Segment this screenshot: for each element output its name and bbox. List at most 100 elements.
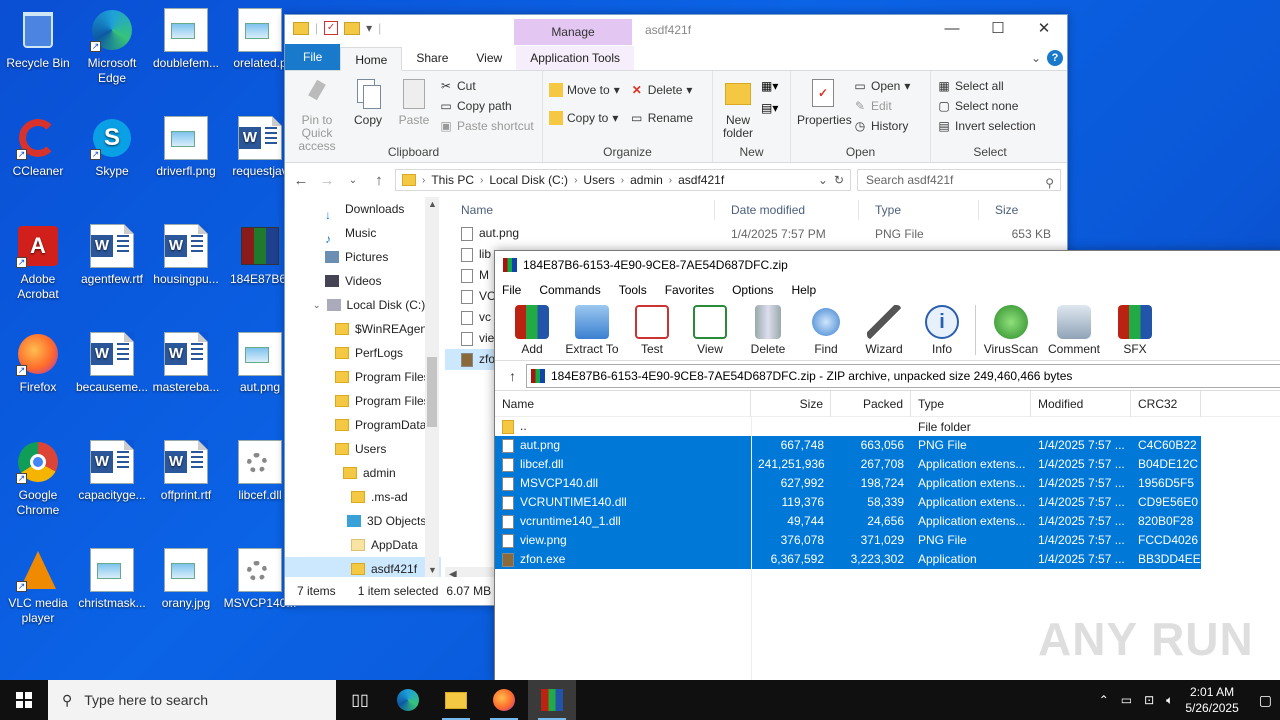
wizard-button[interactable]: Wizard	[855, 301, 913, 356]
nav-item-local-disk[interactable]: ⌄ Local Disk (C:)	[285, 293, 441, 317]
info-button[interactable]: i Info	[913, 301, 971, 356]
archive-row[interactable]: aut.png 667,748 663,056 PNG File 1/4/202…	[495, 436, 1280, 455]
scroll-down-icon[interactable]: ▼	[428, 565, 437, 575]
find-button[interactable]: Find	[797, 301, 855, 356]
minimize-button[interactable]: —	[929, 15, 975, 45]
desktop-icon-capacityge[interactable]: W capacityge...	[74, 440, 150, 503]
desktop-icon-becauseme[interactable]: W becauseme...	[74, 332, 150, 395]
col-size[interactable]: Size	[751, 390, 831, 417]
address-bar[interactable]: › This PC › Local Disk (C:) › Users › ad…	[395, 169, 851, 191]
nav-item-appdata[interactable]: AppData	[285, 533, 441, 557]
forward-arrow-icon[interactable]: →	[317, 172, 337, 189]
tab-home[interactable]: Home	[340, 47, 403, 71]
task-view-button[interactable]: ▯▯	[336, 680, 384, 720]
menu-commands[interactable]: Commands	[539, 283, 600, 297]
archive-row[interactable]: libcef.dll 241,251,936 267,708 Applicati…	[495, 455, 1280, 474]
paste-shortcut-button[interactable]: ▣ Paste shortcut	[439, 119, 533, 133]
breadcrumb-local-disk[interactable]: Local Disk (C:)	[489, 173, 568, 187]
history-button[interactable]: ◷ History	[853, 119, 910, 133]
close-button[interactable]: ✕	[1021, 15, 1067, 45]
col-size[interactable]: Size	[979, 200, 1059, 220]
properties-icon[interactable]: ✓	[324, 21, 339, 35]
copy-to-button[interactable]: Copy to ▾	[549, 111, 620, 125]
menu-favorites[interactable]: Favorites	[665, 283, 714, 297]
nav-scroll-thumb[interactable]	[427, 357, 437, 427]
maximize-button[interactable]: ☐	[975, 15, 1021, 45]
desktop-icon-doublefem[interactable]: doublefem...	[148, 8, 224, 71]
desktop-icon-vlc[interactable]: ↗ VLC media player	[0, 548, 76, 626]
breadcrumb-admin[interactable]: admin	[630, 173, 663, 187]
cut-button[interactable]: ✂ Cut	[439, 79, 534, 93]
edit-button[interactable]: ✎ Edit	[853, 99, 910, 113]
col-type[interactable]: Type	[911, 390, 1031, 417]
nav-item-programdata[interactable]: ProgramData	[285, 413, 441, 437]
nav-item-winreagent[interactable]: $WinREAgent	[285, 317, 441, 341]
archive-row[interactable]: vcruntime140_1.dll 49,744 24,656 Applica…	[495, 512, 1280, 531]
col-name[interactable]: Name	[445, 199, 715, 220]
test-button[interactable]: Test	[623, 301, 681, 356]
breadcrumb-users[interactable]: Users	[583, 173, 614, 187]
view-button[interactable]: View	[681, 301, 739, 356]
desktop-icon-orany[interactable]: orany.jpg	[148, 548, 224, 611]
add-button[interactable]: Add	[503, 301, 561, 356]
new-item-icon[interactable]: ▦▾	[761, 79, 778, 93]
nav-item-videos[interactable]: Videos	[285, 269, 441, 293]
search-box[interactable]: Search asdf421f ⚲	[857, 169, 1061, 191]
archive-row[interactable]: MSVCP140.dll 627,992 198,724 Application…	[495, 474, 1280, 493]
col-modified[interactable]: Modified	[1031, 390, 1131, 417]
col-crc32[interactable]: CRC32	[1131, 390, 1201, 417]
nav-item-downloads[interactable]: ↓ Downloads	[285, 197, 441, 222]
rename-button[interactable]: ▭ Rename	[630, 111, 693, 125]
select-none-button[interactable]: ▢ Select none	[937, 99, 1036, 113]
collapse-chevron-icon[interactable]: ⌄	[313, 293, 321, 317]
archive-row[interactable]: zfon.exe 6,367,592 3,223,302 Application…	[495, 550, 1280, 569]
show-hidden-icons-icon[interactable]: ⌃	[1099, 693, 1109, 707]
up-arrow-icon[interactable]: ↑	[369, 172, 389, 189]
menu-tools[interactable]: Tools	[619, 283, 647, 297]
notifications-icon[interactable]: ▢	[1259, 692, 1272, 709]
refresh-icon[interactable]: ↻	[834, 173, 844, 187]
archive-row[interactable]: view.png 376,078 371,029 PNG File 1/4/20…	[495, 531, 1280, 550]
desktop-icon-driverfl[interactable]: driverfl.png	[148, 116, 224, 179]
clock[interactable]: 2:01 AM 5/26/2025	[1185, 684, 1238, 716]
network-icon[interactable]: ▭	[1121, 693, 1132, 707]
desktop-icon-firefox[interactable]: ↗ Firefox	[0, 332, 76, 395]
nav-item-admin[interactable]: admin	[285, 461, 441, 485]
nav-item-program-files-x86[interactable]: Program Files	[285, 389, 441, 413]
nav-item-3d-objects[interactable]: 3D Objects	[285, 509, 441, 533]
taskbar-firefox[interactable]	[480, 680, 528, 720]
virusscan-button[interactable]: VirusScan	[980, 301, 1042, 356]
breadcrumb-this-pc[interactable]: This PC	[431, 173, 474, 187]
nav-item-users[interactable]: Users	[285, 437, 441, 461]
desktop-icon-housingpu[interactable]: W housingpu...	[148, 224, 224, 287]
desktop-icon-mastereba[interactable]: W mastereba...	[148, 332, 224, 395]
extract-to-button[interactable]: Extract To	[561, 301, 623, 356]
breadcrumb-asdf421f[interactable]: asdf421f	[678, 173, 724, 187]
copy-path-button[interactable]: ▭ Copy path	[439, 99, 534, 113]
qat-dropdown-icon[interactable]: ▾	[366, 21, 372, 35]
col-packed[interactable]: Packed	[831, 390, 911, 417]
col-type[interactable]: Type	[859, 199, 979, 220]
nav-scrollbar[interactable]: ▲ ▼	[425, 197, 439, 577]
nav-item-program-files[interactable]: Program Files	[285, 365, 441, 389]
desktop-icon-ccleaner[interactable]: ↗ CCleaner	[0, 116, 76, 179]
tab-application-tools[interactable]: Application Tools	[516, 46, 635, 70]
menu-help[interactable]: Help	[791, 283, 816, 297]
easy-access-icon[interactable]: ▤▾	[761, 101, 778, 115]
up-one-level-icon[interactable]: ↑	[509, 368, 516, 384]
desktop-icon-google-chrome[interactable]: ↗ Google Chrome	[0, 440, 76, 518]
address-dropdown-icon[interactable]: ⌄	[818, 173, 828, 187]
recent-locations-icon[interactable]: ⌄	[343, 175, 363, 186]
desktop-icon-adobe-acrobat[interactable]: A ↗ Adobe Acrobat	[0, 224, 76, 302]
nav-item-pictures[interactable]: Pictures	[285, 245, 441, 269]
start-button[interactable]	[0, 680, 48, 720]
col-name[interactable]: Name	[495, 390, 751, 417]
desktop-icon-offprint[interactable]: W offprint.rtf	[148, 440, 224, 503]
desktop-icon-edge[interactable]: ↗ Microsoft Edge	[74, 8, 150, 86]
comment-button[interactable]: Comment	[1042, 301, 1106, 356]
desktop-icon-recycle-bin[interactable]: Recycle Bin	[0, 8, 76, 71]
taskbar-file-explorer[interactable]	[432, 680, 480, 720]
taskbar-edge[interactable]	[384, 680, 432, 720]
select-all-button[interactable]: ▦ Select all	[937, 79, 1036, 93]
desktop-icon-skype[interactable]: S ↗ Skype	[74, 116, 150, 179]
